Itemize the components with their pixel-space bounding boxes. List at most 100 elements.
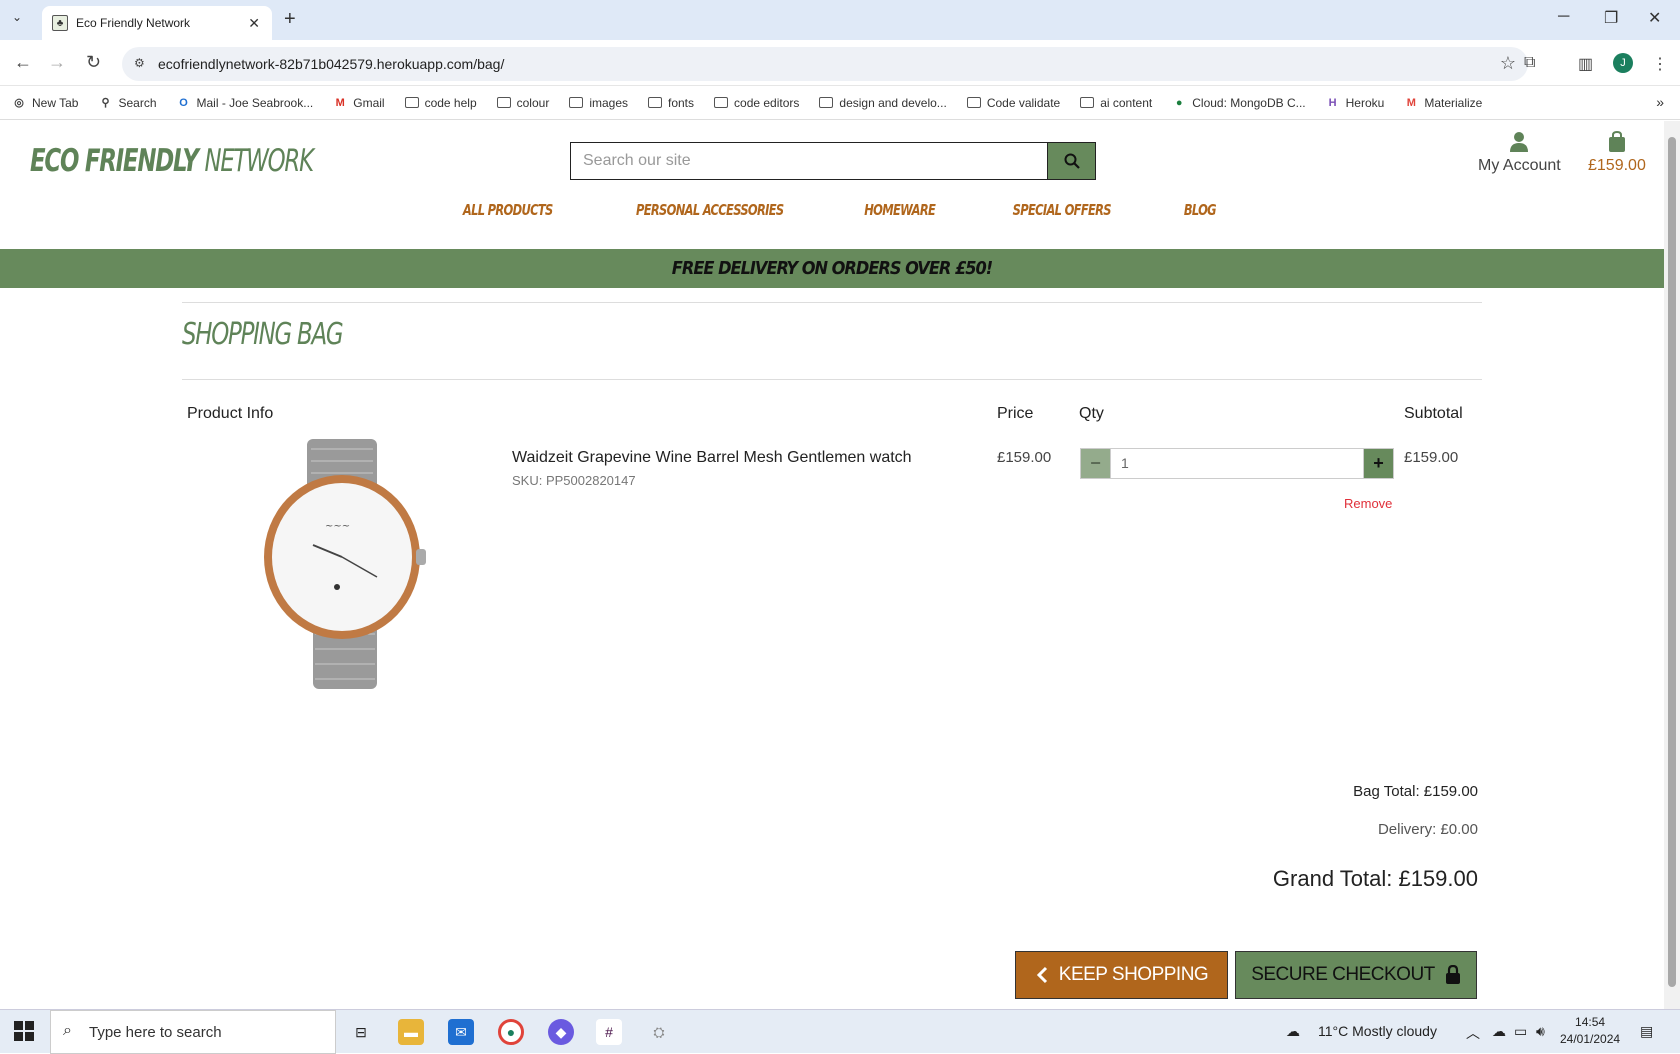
weather-icon[interactable]: ☁ bbox=[1286, 1023, 1300, 1040]
quantity-stepper: − 1 + bbox=[1080, 448, 1394, 479]
copilot-icon[interactable]: ◆ bbox=[548, 1019, 574, 1045]
weather-text[interactable]: 11°C Mostly cloudy bbox=[1318, 1023, 1437, 1039]
bookmark-item[interactable]: code editors bbox=[714, 96, 799, 110]
tab-title: Eco Friendly Network bbox=[76, 16, 191, 30]
product-price: £159.00 bbox=[997, 449, 1052, 466]
svg-text:~~~: ~~~ bbox=[325, 521, 350, 532]
delivery-banner: FREE DELIVERY ON ORDERS OVER £50! bbox=[0, 249, 1664, 288]
my-account-link[interactable]: My Account bbox=[1478, 131, 1561, 175]
bookmark-label: Code validate bbox=[986, 95, 1061, 110]
bookmark-label: ai content bbox=[1100, 95, 1153, 110]
windows-start-icon[interactable] bbox=[14, 1021, 34, 1041]
keep-shopping-button[interactable]: KEEP SHOPPING bbox=[1015, 951, 1228, 999]
close-window-icon[interactable]: ✕ bbox=[1648, 8, 1661, 28]
clock[interactable]: 14:54 24/01/2024 bbox=[1560, 1014, 1620, 1048]
bookmark-label: images bbox=[589, 95, 628, 110]
shopping-bag-icon bbox=[1608, 131, 1625, 152]
search-icon bbox=[1064, 153, 1080, 169]
header-qty: Qty bbox=[1079, 405, 1104, 422]
site-logo[interactable]: ECO FRIENDLY NETWORK bbox=[30, 143, 314, 179]
heroku-icon: H bbox=[1328, 96, 1337, 109]
nav-homeware[interactable]: HOMEWARE bbox=[864, 201, 936, 219]
tray-chevron-icon[interactable]: ︿ bbox=[1466, 1023, 1480, 1043]
address-bar[interactable]: ⚙ ecofriendlynetwork-82b71b042579.heroku… bbox=[122, 47, 1528, 81]
quantity-input[interactable]: 1 bbox=[1110, 449, 1364, 478]
minimize-icon[interactable]: ─ bbox=[1558, 8, 1569, 26]
bookmark-item[interactable]: ◎ New Tab bbox=[12, 96, 78, 110]
remove-link[interactable]: Remove bbox=[1344, 496, 1392, 511]
bookmark-item[interactable]: design and develo... bbox=[819, 95, 947, 110]
bookmark-label: design and develo... bbox=[839, 95, 947, 110]
onedrive-icon[interactable]: ☁ bbox=[1492, 1023, 1506, 1040]
volume-icon[interactable]: 🔊︎ bbox=[1536, 1023, 1545, 1040]
url-text: ecofriendlynetwork-82b71b042579.herokuap… bbox=[158, 56, 505, 72]
tab-list-chevron-icon[interactable]: ⌄ bbox=[12, 10, 22, 24]
app-icon[interactable]: ⛭ bbox=[646, 1019, 672, 1045]
bookmark-item[interactable]: M Materialize bbox=[1404, 96, 1483, 110]
network-icon[interactable]: ▭ bbox=[1514, 1023, 1527, 1040]
side-panel-icon[interactable]: ▥ bbox=[1578, 54, 1593, 74]
bag-link[interactable]: £159.00 bbox=[1588, 131, 1646, 175]
windows-taskbar: ⌕ Type here to search ⊟ ▬ ✉ ● ◆ # ⛭ ☁ 11… bbox=[0, 1009, 1680, 1054]
divider-top bbox=[182, 302, 1482, 303]
search-button[interactable] bbox=[1047, 143, 1095, 179]
mongodb-icon: ● bbox=[1175, 96, 1183, 109]
clock-time: 14:54 bbox=[1575, 1015, 1606, 1029]
bookmark-item[interactable]: M Gmail bbox=[333, 96, 385, 110]
browser-toolbar: ← → ↻ ⚙ ecofriendlynetwork-82b71b042579.… bbox=[0, 40, 1680, 86]
nav-personal-accessories[interactable]: PERSONAL ACCESSORIES bbox=[636, 201, 784, 219]
mail-app-icon[interactable]: ✉ bbox=[448, 1019, 474, 1045]
materialize-icon: M bbox=[1406, 96, 1416, 109]
bookmarks-overflow-icon[interactable]: » bbox=[1656, 94, 1664, 110]
bookmark-item[interactable]: code help bbox=[404, 96, 477, 110]
forward-arrow-icon[interactable]: → bbox=[48, 52, 66, 73]
chrome-icon[interactable]: ● bbox=[498, 1019, 524, 1045]
notifications-icon[interactable]: ▤ bbox=[1640, 1023, 1653, 1040]
bookmark-item[interactable]: ● Cloud: MongoDB C... bbox=[1172, 95, 1306, 110]
new-tab-plus-icon[interactable]: + bbox=[284, 8, 296, 31]
nav-special-offers[interactable]: SPECIAL OFFERS bbox=[1012, 201, 1111, 219]
nav-blog[interactable]: BLOG bbox=[1184, 201, 1217, 219]
product-image: ~~~ bbox=[264, 439, 426, 689]
bookmark-item[interactable]: Code validate bbox=[966, 95, 1061, 110]
bookmarks-bar: ◎ New Tab ⚲ Search O Mail - Joe Seabrook... M G… bbox=[0, 86, 1680, 120]
my-account-label: My Account bbox=[1478, 157, 1561, 174]
reload-icon[interactable]: ↻ bbox=[86, 52, 101, 73]
slack-icon[interactable]: # bbox=[596, 1019, 622, 1045]
site-info-icon[interactable]: ⚙ bbox=[134, 56, 145, 70]
decrement-button[interactable]: − bbox=[1081, 449, 1110, 478]
back-arrow-icon[interactable]: ← bbox=[14, 52, 32, 73]
tab-eco-friendly[interactable]: ♣ Eco Friendly Network ✕ bbox=[42, 6, 272, 40]
bookmark-label: Cloud: MongoDB C... bbox=[1192, 95, 1306, 110]
bookmark-item[interactable]: ai content bbox=[1080, 96, 1152, 110]
bookmark-item[interactable]: fonts bbox=[648, 96, 694, 110]
product-name[interactable]: Waidzeit Grapevine Wine Barrel Mesh Gent… bbox=[512, 449, 912, 467]
bookmark-item[interactable]: colour bbox=[496, 95, 550, 110]
header-product-info: Product Info bbox=[187, 405, 274, 422]
nav-all-products[interactable]: ALL PRODUCTS bbox=[463, 201, 553, 219]
bookmark-item[interactable]: ⚲ Search bbox=[98, 96, 156, 110]
search-input[interactable]: Search our site bbox=[571, 143, 1047, 179]
menu-kebab-icon[interactable]: ⋮ bbox=[1652, 54, 1668, 74]
bookmark-label: colour bbox=[516, 95, 550, 110]
divider-bottom bbox=[182, 379, 1482, 380]
file-explorer-icon[interactable]: ▬ bbox=[398, 1019, 424, 1045]
bookmark-label: code editors bbox=[734, 95, 800, 110]
task-view-icon[interactable]: ⊟ bbox=[348, 1019, 374, 1045]
bookmark-item[interactable]: O Mail - Joe Seabrook... bbox=[177, 96, 313, 110]
bookmark-star-icon[interactable]: ☆ bbox=[1500, 53, 1516, 74]
restore-icon[interactable]: ❐ bbox=[1604, 8, 1618, 28]
tab-close-icon[interactable]: ✕ bbox=[248, 15, 260, 32]
page-title: SHOPPING BAG bbox=[182, 317, 344, 352]
scrollbar-thumb[interactable] bbox=[1668, 137, 1676, 987]
bookmark-item[interactable]: images bbox=[569, 96, 628, 110]
profile-avatar[interactable]: J bbox=[1613, 53, 1633, 73]
bookmark-item[interactable]: H Heroku bbox=[1326, 96, 1385, 110]
extensions-icon[interactable]: ⧉ bbox=[1524, 54, 1535, 72]
page-scrollbar[interactable] bbox=[1664, 121, 1680, 1009]
folder-icon bbox=[404, 97, 419, 108]
web-page: ECO FRIENDLY NETWORK Search our site My … bbox=[0, 121, 1664, 1009]
increment-button[interactable]: + bbox=[1364, 449, 1393, 478]
secure-checkout-button[interactable]: SECURE CHECKOUT bbox=[1235, 951, 1477, 999]
taskbar-search-input[interactable]: ⌕ Type here to search bbox=[50, 1010, 336, 1054]
